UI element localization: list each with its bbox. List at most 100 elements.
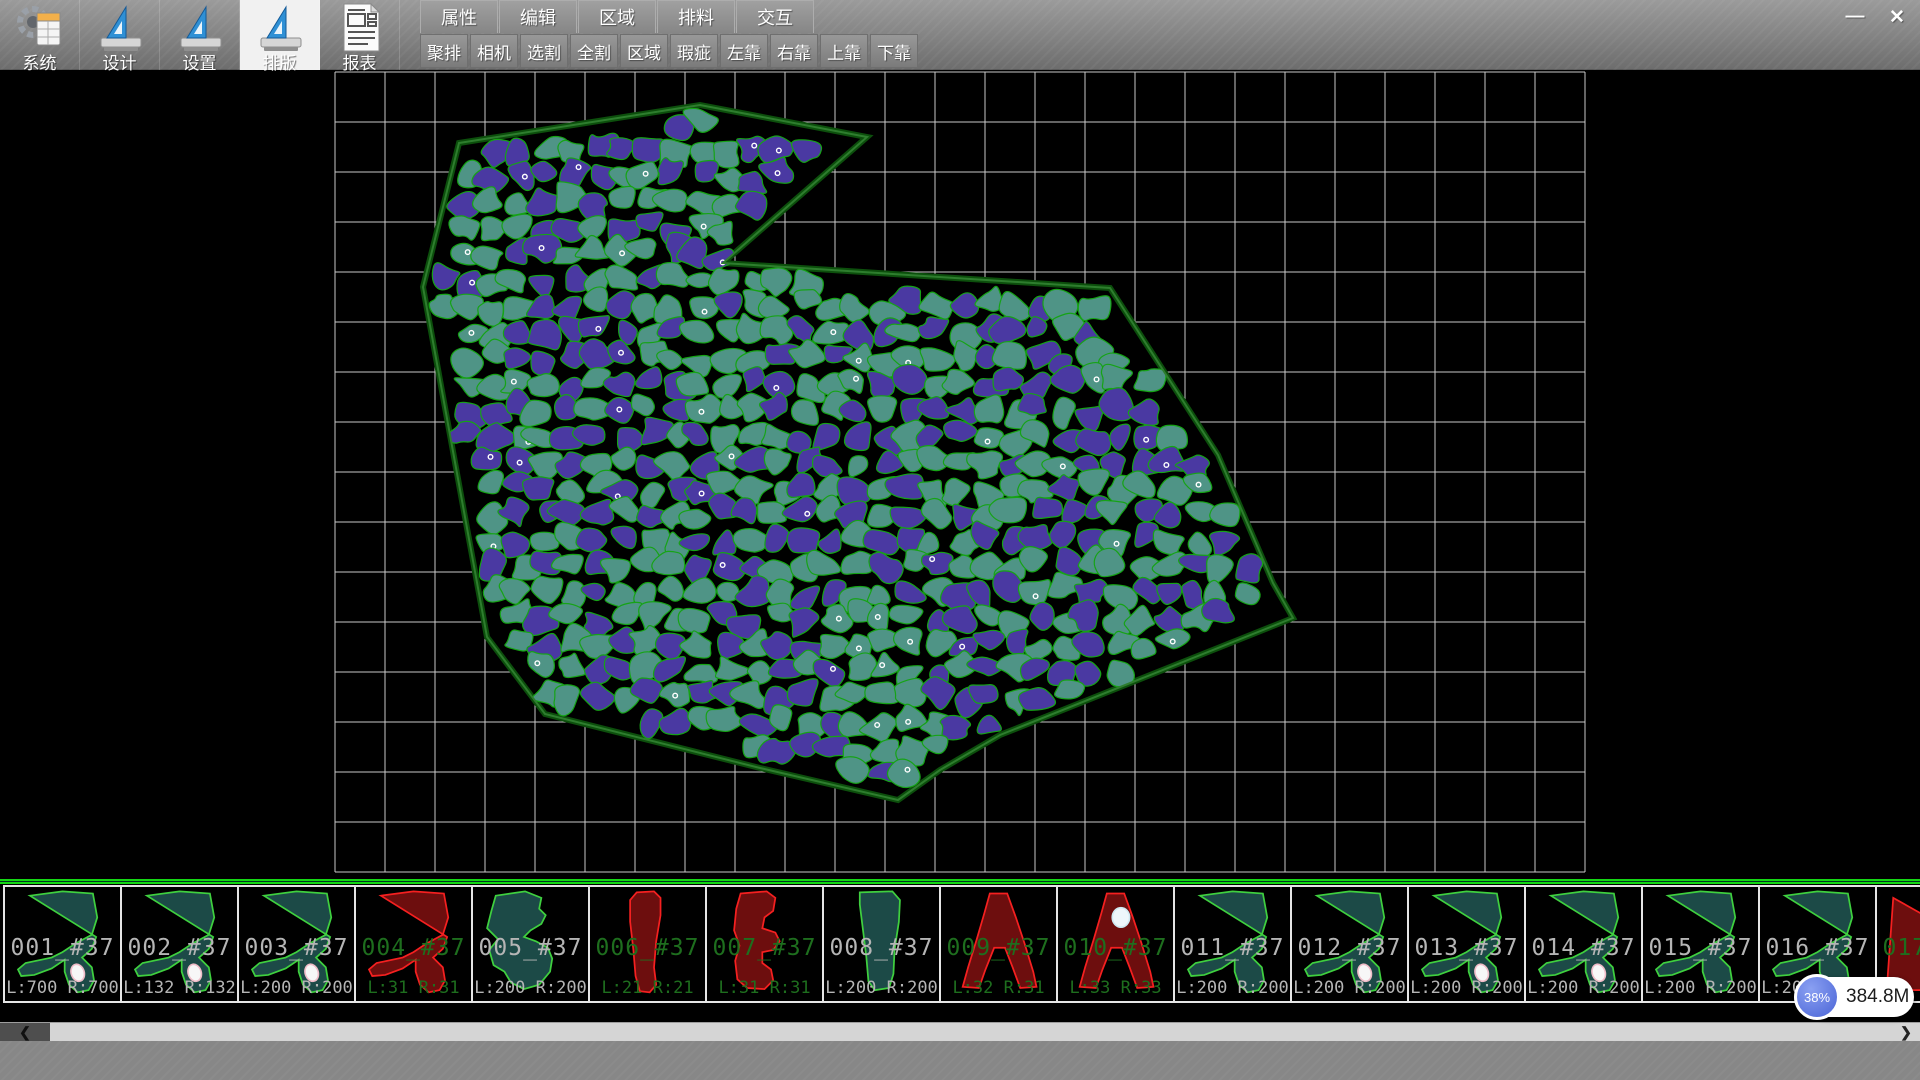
scroll-right-button[interactable]: ❯: [1894, 1023, 1918, 1042]
piece-lr-count-label: L:200 R:200: [1292, 978, 1407, 998]
piece-id-label: 006_#37: [590, 935, 705, 961]
horizontal-scrollbar[interactable]: ❮ ❯: [0, 1022, 1920, 1041]
piece-thumbnail[interactable]: 007_#37 L:31 R:31: [705, 885, 824, 1003]
memory-badge: 38% 384.8M: [1794, 974, 1914, 1020]
piece-thumbnail[interactable]: 009_#37 L:32 R:31: [939, 885, 1058, 1003]
piece-id-label: 001_#37: [5, 935, 120, 961]
piece-id-label: 008_#37: [824, 935, 939, 961]
main-buttons: 系统 设计 设置 排版 报表: [0, 0, 400, 70]
piece-thumbnail[interactable]: 005_#37 L:200 R:200: [471, 885, 590, 1003]
piece-lr-count-label: L:33 R:33: [1058, 978, 1173, 998]
set-square-icon: [94, 1, 148, 55]
toolbar-icon: [254, 1, 308, 60]
memory-size-label: 384.8M: [1846, 986, 1909, 1008]
piece-lr-count-label: L:200 R:200: [473, 978, 588, 998]
piece-lr-count-label: L:200 R:200: [1175, 978, 1290, 998]
piece-lr-count-label: L:200 R:200: [824, 978, 939, 998]
window-controls: — ✕: [1836, 2, 1916, 32]
piece-lr-count-label: L:200 R:200: [1643, 978, 1758, 998]
piece-lr-count-label: L:700 R:700: [5, 978, 120, 998]
piece-lr-count-label: L:132 R:132: [122, 978, 237, 998]
nested-piece[interactable]: [678, 608, 710, 632]
toolbar-main-button[interactable]: 排版: [240, 0, 320, 70]
piece-id-label: 017_#37: [1877, 935, 1920, 961]
set-square-icon: [174, 1, 228, 55]
tool-button[interactable]: 全割: [570, 34, 618, 68]
nested-piece[interactable]: [992, 342, 1026, 370]
piece-thumbnail[interactable]: 006_#37 L:21 R:21: [588, 885, 707, 1003]
piece-thumbnail[interactable]: 012_#37 L:200 R:200: [1290, 885, 1409, 1003]
piece-id-label: 014_#37: [1526, 935, 1641, 961]
report-icon: [334, 1, 388, 55]
piece-id-label: 010_#37: [1058, 935, 1173, 961]
piece-hole: [1112, 908, 1129, 928]
tool-button[interactable]: 相机: [470, 34, 518, 68]
piece-id-label: 004_#37: [356, 935, 471, 961]
piece-thumbnail[interactable]: 014_#37 L:200 R:200: [1524, 885, 1643, 1003]
piece-thumbnail[interactable]: 003_#37 L:200 R:200: [237, 885, 356, 1003]
piece-thumbnail[interactable]: 011_#37 L:200 R:200: [1173, 885, 1292, 1003]
tool-button[interactable]: 下靠: [870, 34, 918, 68]
nested-piece[interactable]: [1134, 369, 1166, 392]
piece-thumbnail[interactable]: 013_#37 L:200 R:200: [1407, 885, 1526, 1003]
toolbar-main-button[interactable]: 设置: [160, 0, 240, 70]
toolbar-main-button[interactable]: 设计: [80, 0, 160, 70]
piece-id-label: 002_#37: [122, 935, 237, 961]
tool-button[interactable]: 选割: [520, 34, 568, 68]
piece-lr-count-label: L:200 R:200: [239, 978, 354, 998]
tool-button[interactable]: 左靠: [720, 34, 768, 68]
nested-piece[interactable]: [787, 528, 820, 553]
menu-tab[interactable]: 编辑: [499, 0, 577, 33]
piece-id-label: 012_#37: [1292, 935, 1407, 961]
toolbar-icon: [334, 1, 388, 60]
toolbar-icon: [94, 1, 148, 60]
tool-button[interactable]: 瑕疵: [670, 34, 718, 68]
nesting-canvas[interactable]: [0, 70, 1920, 879]
piece-id-label: 009_#37: [941, 935, 1056, 961]
piece-lr-count-label: L:31 R:31: [356, 978, 471, 998]
menu-tab[interactable]: 交互: [736, 0, 814, 33]
scroll-left-button[interactable]: ❮: [0, 1023, 50, 1042]
tool-button[interactable]: 右靠: [770, 34, 818, 68]
nesting-svg[interactable]: [0, 70, 1920, 879]
piece-id-label: 016_#37: [1760, 935, 1875, 961]
piece-lr-count-label: L:21 R:21: [590, 978, 705, 998]
close-button[interactable]: ✕: [1878, 2, 1916, 32]
set-square-icon: [254, 1, 308, 55]
piece-thumbnail[interactable]: 002_#37 L:132 R:132: [120, 885, 239, 1003]
tool-button[interactable]: 上靠: [820, 34, 868, 68]
pieces-cells: 001_#37 L:700 R:700 002_#37 L:132 R:132 …: [0, 885, 1920, 1005]
piece-id-label: 003_#37: [239, 935, 354, 961]
piece-lr-count-label: L:32 R:31: [941, 978, 1056, 998]
piece-thumbnail[interactable]: 015_#37 L:200 R:200: [1641, 885, 1760, 1003]
toolbar-icon: [14, 1, 68, 60]
gear-icon: [14, 1, 68, 55]
title-bar: 系统 设计 设置 排版 报表 属性 编辑 区域 排料 交互 聚排 相机 选割 全…: [0, 0, 1920, 70]
piece-thumbnail[interactable]: 001_#37 L:700 R:700: [3, 885, 122, 1003]
minimize-button[interactable]: —: [1836, 2, 1874, 32]
piece-thumbnail[interactable]: 010_#37 L:33 R:33: [1056, 885, 1175, 1003]
toolbar-main-button[interactable]: 报表: [320, 0, 400, 70]
tool-buttons: 聚排 相机 选割 全割 区域 瑕疵 左靠 右靠 上靠 下靠: [420, 34, 920, 68]
tool-button[interactable]: 区域: [620, 34, 668, 68]
piece-id-label: 013_#37: [1409, 935, 1524, 961]
menu-tab[interactable]: 排料: [657, 0, 735, 33]
piece-id-label: 015_#37: [1643, 935, 1758, 961]
nested-piece[interactable]: [1033, 497, 1063, 518]
menu-zone: 属性 编辑 区域 排料 交互 聚排 相机 选割 全割 区域 瑕疵 左靠 右靠 上…: [420, 0, 920, 68]
nested-piece[interactable]: [894, 678, 926, 706]
menu-tab[interactable]: 属性: [420, 0, 498, 33]
menu-tabs: 属性 编辑 区域 排料 交互: [420, 0, 920, 33]
nested-piece[interactable]: [1018, 580, 1050, 605]
nested-piece[interactable]: [1078, 296, 1111, 321]
toolbar-icon: [174, 1, 228, 60]
nested-piece[interactable]: [523, 477, 554, 500]
piece-thumbnail[interactable]: 004_#37 L:31 R:31: [354, 885, 473, 1003]
piece-lr-count-label: L:200 R:200: [1409, 978, 1524, 998]
piece-lr-count-label: L:200 R:200: [1526, 978, 1641, 998]
menu-tab[interactable]: 区域: [578, 0, 656, 33]
toolbar-main-button[interactable]: 系统: [0, 0, 80, 70]
piece-thumbnail[interactable]: 008_#37 L:200 R:200: [822, 885, 941, 1003]
piece-id-label: 007_#37: [707, 935, 822, 961]
tool-button[interactable]: 聚排: [420, 34, 468, 68]
